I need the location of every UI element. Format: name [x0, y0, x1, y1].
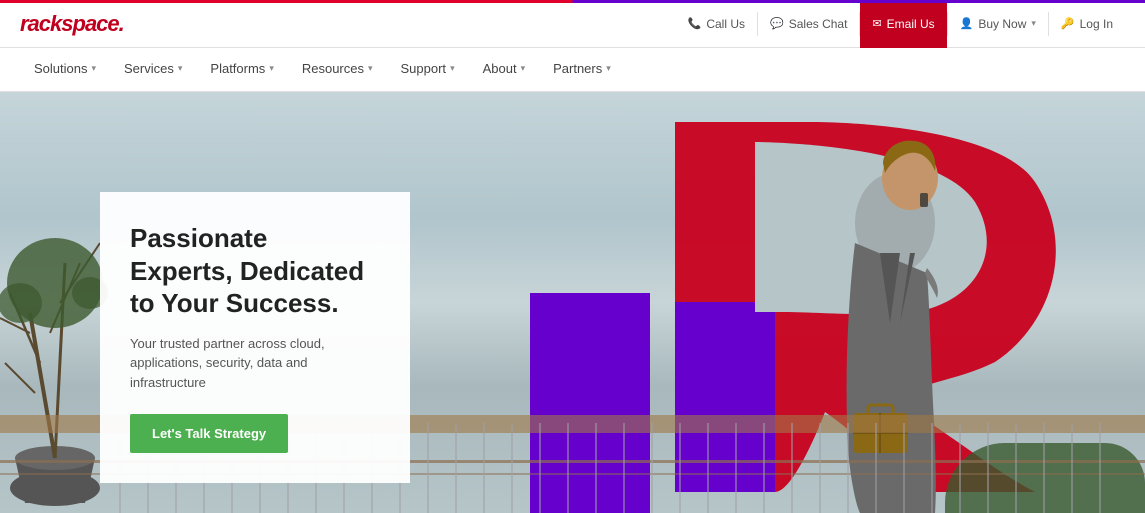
email-us-label: Email Us	[887, 17, 935, 31]
nav-services[interactable]: Services ▾	[110, 48, 196, 92]
chevron-down-icon: ▾	[368, 63, 373, 74]
user-icon: 👤	[960, 17, 974, 30]
chevron-down-icon: ▾	[450, 63, 455, 74]
login-icon: 🔑	[1061, 17, 1075, 30]
chevron-down-icon: ▾	[606, 63, 611, 74]
chevron-down-icon: ▾	[269, 63, 274, 74]
nav-resources[interactable]: Resources ▾	[288, 48, 387, 92]
chevron-down-icon: ▾	[178, 63, 183, 74]
nav-support[interactable]: Support ▾	[387, 48, 469, 92]
nav-solutions[interactable]: Solutions ▾	[20, 48, 110, 92]
hero-headline: Passionate Experts, Dedicated to Your Su…	[130, 222, 375, 320]
hero-section: Passionate Experts, Dedicated to Your Su…	[0, 92, 1145, 513]
sales-chat-button[interactable]: 💬 Sales Chat	[758, 0, 859, 48]
nav-platforms[interactable]: Platforms ▾	[196, 48, 287, 92]
email-us-button[interactable]: ✉ Email Us	[860, 0, 946, 48]
buy-now-label: Buy Now	[978, 17, 1026, 31]
nav-partners[interactable]: Partners ▾	[539, 48, 625, 92]
chevron-down-icon: ▾	[1031, 18, 1036, 29]
buy-now-button[interactable]: 👤 Buy Now ▾	[948, 0, 1048, 48]
phone-icon: 📞	[688, 17, 702, 30]
call-us-button[interactable]: 📞 Call Us	[676, 0, 757, 48]
hero-content-box: Passionate Experts, Dedicated to Your Su…	[100, 192, 410, 483]
nav-bar: Solutions ▾ Services ▾ Platforms ▾ Resou…	[0, 48, 1145, 92]
chat-icon: 💬	[770, 17, 784, 30]
chevron-down-icon: ▾	[521, 63, 526, 74]
sales-chat-label: Sales Chat	[789, 17, 848, 31]
call-us-label: Call Us	[706, 17, 745, 31]
nav-about[interactable]: About ▾	[469, 48, 540, 92]
top-actions: 📞 Call Us 💬 Sales Chat ✉ Email Us 👤 Buy …	[676, 0, 1125, 48]
chevron-down-icon: ▾	[91, 63, 96, 74]
log-in-label: Log In	[1080, 17, 1113, 31]
logo[interactable]: rackspace.	[20, 11, 124, 37]
cta-button[interactable]: Let's Talk Strategy	[130, 414, 288, 453]
hero-subtext: Your trusted partner across cloud, appli…	[130, 334, 375, 393]
log-in-button[interactable]: 🔑 Log In	[1049, 0, 1125, 48]
top-bar: rackspace. 📞 Call Us 💬 Sales Chat ✉ Emai…	[0, 0, 1145, 48]
email-icon: ✉	[872, 17, 881, 30]
